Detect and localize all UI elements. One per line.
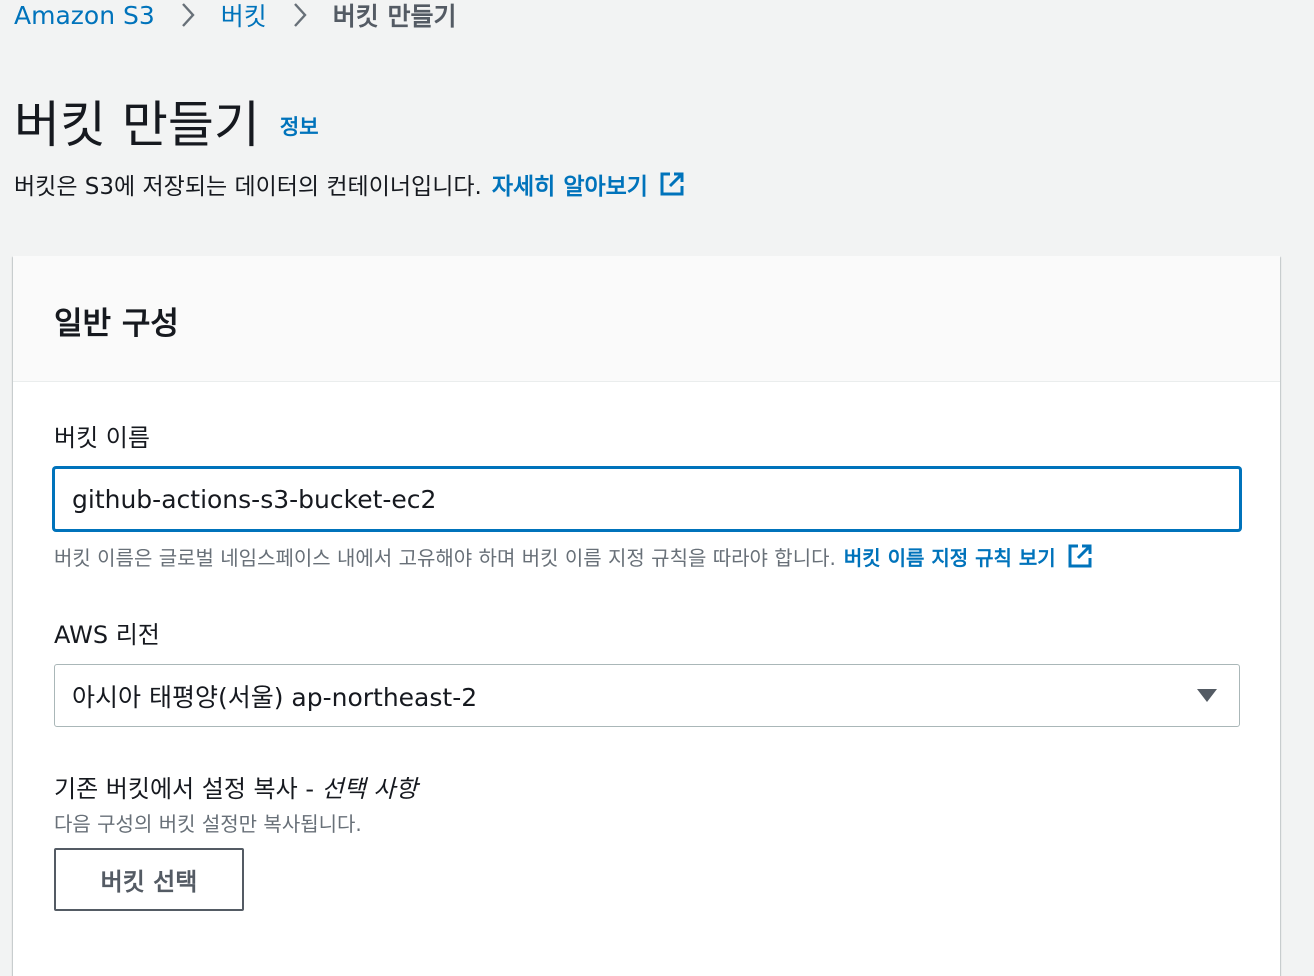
breadcrumb-amazon-s3-link[interactable]: Amazon S3 xyxy=(14,1,155,30)
caret-down-icon xyxy=(1197,688,1217,703)
section-title: 일반 구성 xyxy=(54,306,179,342)
bucket-name-input[interactable] xyxy=(53,467,1241,531)
chevron-right-icon xyxy=(155,0,221,32)
page-description-text: 버킷은 S3에 저장되는 데이터의 컨테이너입니다. xyxy=(14,174,482,200)
page-description: 버킷은 S3에 저장되는 데이터의 컨테이너입니다. 자세히 알아보기 xyxy=(14,166,686,202)
aws-region-selected-value: 아시아 태평양(서울) ap-northeast-2 xyxy=(72,682,478,712)
aws-region-label: AWS 리전 xyxy=(54,621,160,649)
learn-more-label: 자세히 알아보기 xyxy=(491,174,648,200)
external-link-icon xyxy=(658,170,686,198)
copy-settings-label-text: 기존 버킷에서 설정 복사 - xyxy=(54,775,322,803)
naming-rules-link[interactable]: 버킷 이름 지정 규칙 보기 xyxy=(844,542,1094,571)
bucket-name-constraint-text: 버킷 이름은 글로벌 네임스페이스 내에서 고유해야 하며 버킷 이름 지정 규… xyxy=(54,545,836,570)
copy-settings-description: 다음 구성의 버킷 설정만 복사됩니다. xyxy=(54,812,362,836)
aws-region-select[interactable]: 아시아 태평양(서울) ap-northeast-2 xyxy=(54,664,1240,727)
optional-tag: 선택 사항 xyxy=(321,775,418,803)
breadcrumb: Amazon S3 버킷 버킷 만들기 xyxy=(14,0,457,32)
breadcrumb-current-page: 버킷 만들기 xyxy=(332,2,457,31)
breadcrumb-buckets-link[interactable]: 버킷 xyxy=(221,0,267,33)
general-configuration-panel: 일반 구성 버킷 이름 버킷 이름은 글로벌 네임스페이스 내에서 고유해야 하… xyxy=(13,256,1280,976)
info-link[interactable]: 정보 xyxy=(280,111,319,141)
panel-header: 일반 구성 xyxy=(13,256,1280,382)
naming-rules-label: 버킷 이름 지정 규칙 보기 xyxy=(843,545,1056,570)
page-header: 버킷 만들기 정보 xyxy=(14,88,319,154)
learn-more-link[interactable]: 자세히 알아보기 xyxy=(492,167,686,201)
copy-settings-label: 기존 버킷에서 설정 복사 - 선택 사항 xyxy=(54,769,418,804)
page-title: 버킷 만들기 xyxy=(14,96,260,154)
external-link-icon xyxy=(1066,542,1094,570)
choose-bucket-button[interactable]: 버킷 선택 xyxy=(54,848,244,911)
chevron-right-icon xyxy=(267,0,333,32)
bucket-name-constraint: 버킷 이름은 글로벌 네임스페이스 내에서 고유해야 하며 버킷 이름 지정 규… xyxy=(54,538,1094,574)
bucket-name-label: 버킷 이름 xyxy=(54,424,150,452)
